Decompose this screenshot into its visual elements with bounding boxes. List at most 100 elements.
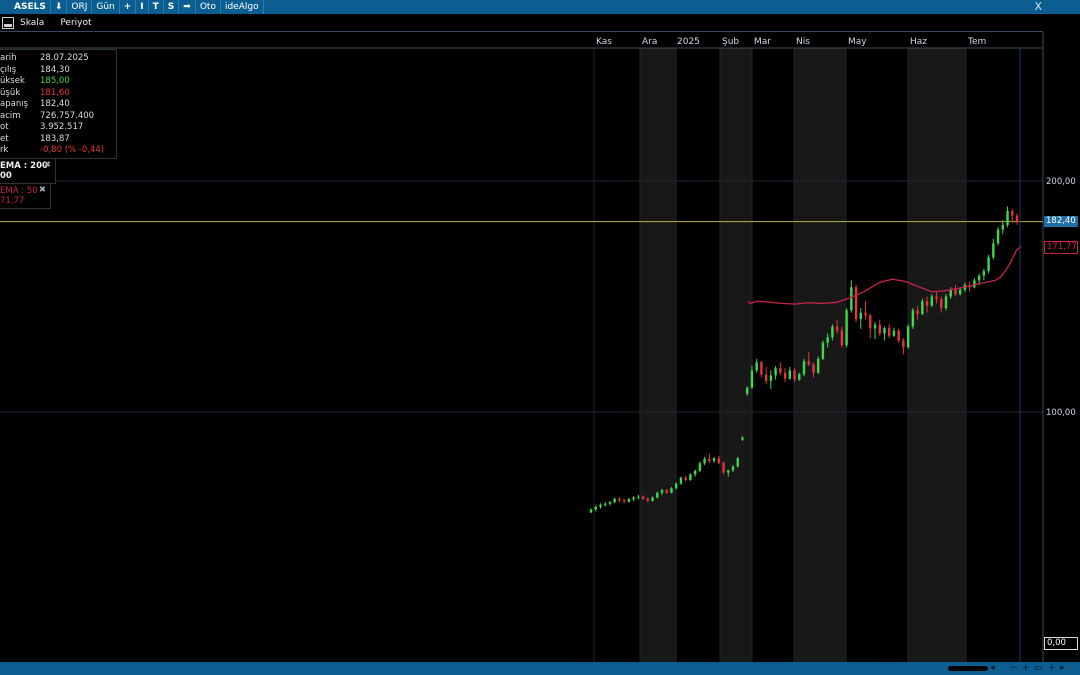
candle-body bbox=[1015, 215, 1019, 222]
candle-body bbox=[840, 330, 844, 346]
info-label: ot bbox=[0, 122, 9, 132]
candle-body bbox=[996, 229, 1000, 244]
period-button[interactable]: Gün bbox=[92, 0, 120, 14]
arrow-right-icon[interactable]: ➡ bbox=[179, 0, 196, 14]
ema-200-close-icon[interactable]: ✖ bbox=[44, 160, 51, 170]
candle-body bbox=[660, 490, 664, 493]
candle-body bbox=[727, 470, 730, 473]
month-band bbox=[794, 48, 846, 662]
candle-body bbox=[731, 466, 735, 471]
candle-body bbox=[992, 243, 995, 258]
ema-200-value: 00 bbox=[0, 171, 12, 181]
candle-body bbox=[717, 458, 720, 463]
download-icon[interactable]: ⬇ bbox=[51, 0, 68, 14]
symbol-button[interactable]: ASELS bbox=[0, 0, 51, 14]
info-value: 28.07.2025 bbox=[40, 53, 89, 63]
candle-body bbox=[959, 289, 962, 295]
candle-body bbox=[689, 474, 692, 480]
candle-body bbox=[826, 337, 829, 343]
ema-price-tag: 171,77 bbox=[1044, 241, 1078, 254]
candle-body bbox=[665, 490, 668, 493]
candle-body bbox=[760, 362, 763, 375]
menu-bar: Skala Periyot bbox=[0, 14, 1080, 31]
candle-body bbox=[921, 301, 924, 315]
menu-period[interactable]: Periyot bbox=[60, 18, 91, 28]
candle-body bbox=[698, 463, 702, 471]
candle-body bbox=[769, 375, 773, 381]
info-value: 182,40 bbox=[40, 99, 70, 109]
mode-button[interactable]: ORJ bbox=[67, 0, 93, 14]
candle-body bbox=[1006, 211, 1009, 225]
ema-50-value: 71,77 bbox=[0, 196, 25, 206]
menu-scale[interactable]: Skala bbox=[20, 18, 44, 28]
candle-body bbox=[679, 477, 683, 484]
info-label: üşük bbox=[0, 87, 21, 98]
candle-body bbox=[798, 374, 801, 380]
candle-body bbox=[793, 370, 796, 380]
candle-body bbox=[812, 364, 815, 373]
candle-body bbox=[599, 504, 602, 507]
chart-toolbar: ASELS ⬇ ORJ Gün + I T S ➡ Oto ideAlgo X bbox=[0, 0, 1080, 14]
price-axis: 200,00 100,00 bbox=[1046, 177, 1076, 418]
info-label: et bbox=[0, 133, 9, 144]
candle-body bbox=[869, 315, 872, 329]
zoom-in-icon[interactable]: + bbox=[1022, 662, 1030, 675]
candle-body bbox=[736, 458, 739, 467]
info-value: 184,30 bbox=[40, 64, 70, 75]
candle-body bbox=[622, 500, 626, 502]
candle-body bbox=[916, 310, 919, 315]
candle-body bbox=[613, 498, 616, 503]
candle-body bbox=[802, 361, 806, 375]
month-band bbox=[908, 48, 966, 662]
zoom-out-icon[interactable]: − bbox=[1010, 662, 1018, 675]
info-value: 183,87 bbox=[40, 133, 70, 144]
candle-body bbox=[651, 497, 654, 501]
candle-body bbox=[807, 361, 810, 365]
candle-body bbox=[627, 499, 631, 502]
candle-body bbox=[750, 370, 754, 388]
candle-body bbox=[944, 296, 948, 309]
close-icon[interactable]: X bbox=[1034, 0, 1042, 14]
ema-200-legend[interactable]: EMA : 200 00 ✖ bbox=[0, 158, 56, 184]
candle-body bbox=[954, 289, 957, 295]
candle-body bbox=[741, 437, 744, 440]
date-tick-label: Nis bbox=[796, 37, 810, 47]
month-band bbox=[720, 48, 752, 662]
add-button[interactable]: + bbox=[120, 0, 137, 14]
indicator-button[interactable]: I bbox=[136, 0, 149, 14]
info-label: üksek bbox=[0, 76, 25, 86]
auto-button[interactable]: Oto bbox=[196, 0, 221, 14]
candle-body bbox=[670, 488, 673, 493]
fit-icon[interactable]: ▭ bbox=[1034, 662, 1043, 675]
candle-body bbox=[675, 483, 678, 489]
candle-body bbox=[746, 387, 749, 394]
info-value: -0,80 (% -0,44) bbox=[40, 145, 105, 155]
candle-body bbox=[693, 470, 697, 475]
idealgo-button[interactable]: ideAlgo bbox=[221, 0, 264, 14]
candle-body bbox=[774, 368, 777, 376]
date-tick-label: Haz bbox=[910, 37, 927, 47]
date-tick-label: Mar bbox=[754, 37, 771, 47]
candle-body bbox=[935, 296, 938, 299]
ema-50-close-icon[interactable]: ✖ bbox=[39, 185, 46, 195]
candle-body bbox=[684, 477, 687, 480]
scroll-right-icon[interactable]: ▸ bbox=[1060, 662, 1065, 675]
candle-body bbox=[883, 327, 886, 334]
scroll-thumb[interactable] bbox=[948, 666, 988, 671]
bottom-scrollbar[interactable]: ◂ − + ▭ + ▸ bbox=[0, 662, 1080, 675]
candle-body bbox=[878, 324, 881, 334]
text-tool-button[interactable]: T bbox=[149, 0, 164, 14]
zoom-in-alt-icon[interactable]: + bbox=[1048, 662, 1056, 675]
price-chart[interactable]: Kas Ara 2025 Şub Mar Nis May Haz Tem 200,00 100,0… bbox=[0, 32, 1080, 662]
candle-body bbox=[608, 502, 612, 504]
candle-body bbox=[817, 358, 820, 373]
date-tick-label: 2025 bbox=[677, 37, 700, 47]
candle-body bbox=[973, 280, 976, 288]
system-button[interactable]: S bbox=[164, 0, 180, 14]
candle-body bbox=[835, 326, 839, 331]
candle-body bbox=[1011, 211, 1014, 216]
save-icon[interactable] bbox=[2, 16, 14, 29]
scroll-left-icon[interactable]: ◂ bbox=[990, 662, 995, 675]
ema-50-legend[interactable]: EMA : 50 71,77 ✖ bbox=[0, 183, 51, 209]
candle-body bbox=[864, 312, 867, 316]
